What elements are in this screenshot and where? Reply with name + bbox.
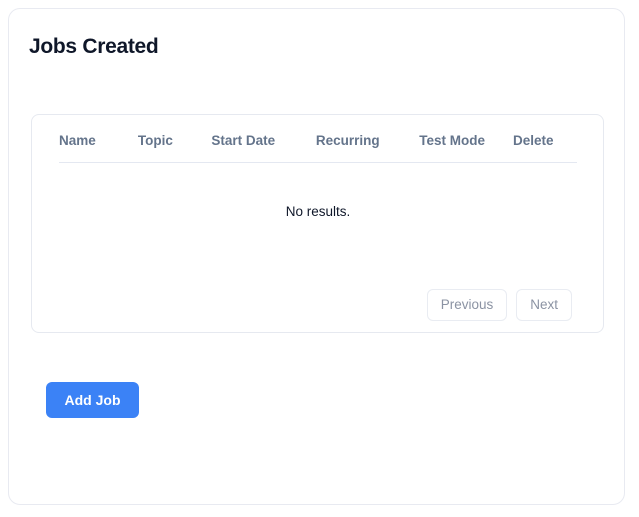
jobs-table-head: Name Topic Start Date Recurring Test Mod…: [59, 115, 577, 163]
jobs-created-card: Jobs Created Name Topic Start Date Recur…: [8, 8, 625, 505]
column-header-delete[interactable]: Delete: [512, 115, 577, 163]
previous-page-button[interactable]: Previous: [426, 289, 508, 321]
page-title: Jobs Created: [29, 35, 159, 58]
app-root: Jobs Created Name Topic Start Date Recur…: [0, 0, 639, 517]
next-page-button[interactable]: Next: [516, 289, 572, 321]
pagination-controls: Previous Next: [426, 289, 572, 321]
column-header-topic[interactable]: Topic: [137, 115, 212, 163]
table-header-row: Name Topic Start Date Recurring Test Mod…: [59, 115, 577, 163]
column-header-start-date[interactable]: Start Date: [211, 115, 316, 163]
jobs-table: Name Topic Start Date Recurring Test Mod…: [59, 115, 577, 259]
column-header-recurring[interactable]: Recurring: [315, 115, 420, 163]
column-header-test-mode[interactable]: Test Mode: [419, 115, 513, 163]
jobs-table-body: No results.: [59, 163, 577, 260]
column-header-name[interactable]: Name: [59, 115, 138, 163]
add-job-button[interactable]: Add Job: [46, 382, 139, 418]
empty-state-row: No results.: [59, 163, 577, 260]
jobs-table-card: Name Topic Start Date Recurring Test Mod…: [31, 114, 604, 333]
empty-state-message: No results.: [285, 203, 351, 219]
